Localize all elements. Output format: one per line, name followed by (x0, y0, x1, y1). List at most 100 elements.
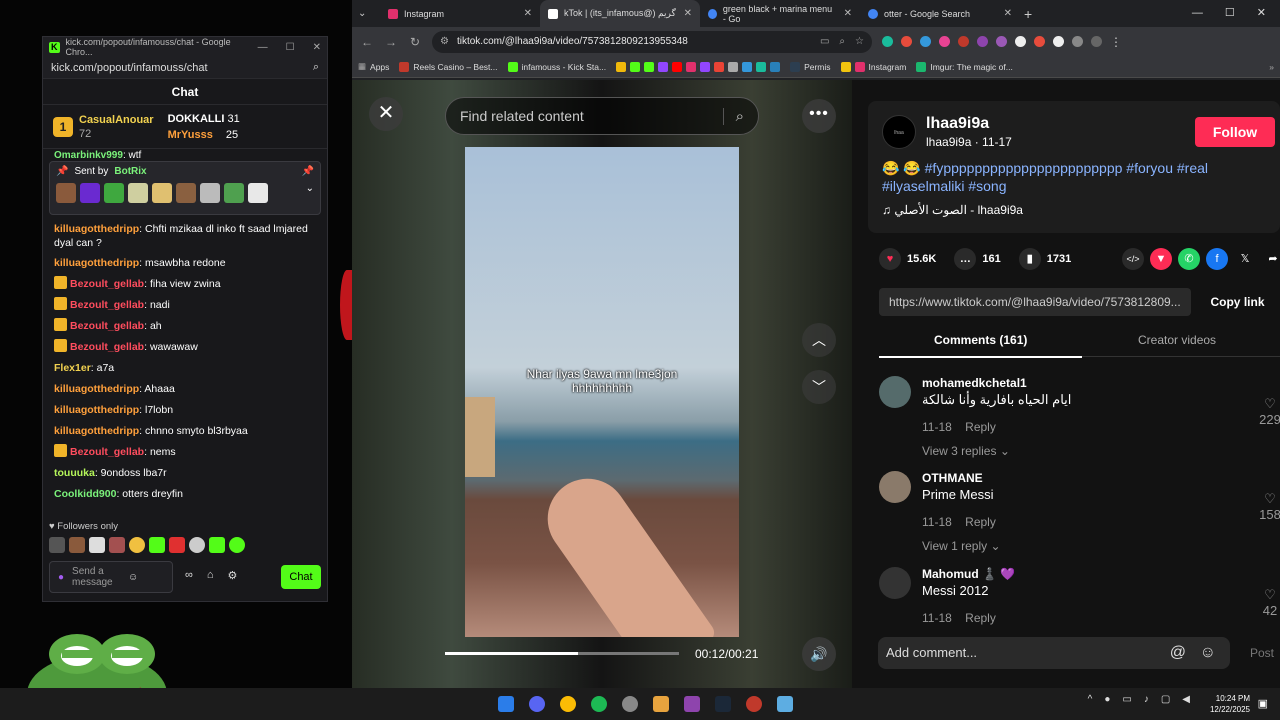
close-icon[interactable]: ✕ (684, 8, 692, 19)
tab-comments[interactable]: Comments (161) (878, 333, 1083, 358)
maximize-icon[interactable]: ☐ (1225, 0, 1235, 27)
volume-button[interactable]: 🔊 (802, 637, 836, 671)
post-comment-button[interactable]: Post (1250, 637, 1274, 669)
extension-icon[interactable] (1053, 36, 1064, 47)
video-progress-bar[interactable] (445, 652, 679, 655)
commenter-avatar[interactable] (879, 567, 911, 599)
bookmark-icon[interactable] (756, 61, 767, 72)
related-search-input[interactable]: Find related content ⌕ (445, 97, 759, 135)
tab-tiktok[interactable]: kTok | (its_infamous@) گريم ✕ (540, 0, 700, 27)
view-replies-button[interactable]: View 3 replies ⌄ (922, 444, 1010, 458)
app-icon[interactable] (653, 696, 669, 712)
chat-input[interactable]: ● Send a message ☺ (49, 561, 173, 593)
clock[interactable]: 10:24 PM 12/22/2025 (1210, 693, 1250, 715)
whatsapp-icon[interactable]: ✆ (1178, 248, 1200, 270)
add-comment-input[interactable]: Add comment... @ ☺ (878, 637, 1230, 669)
emote-icon[interactable] (49, 537, 65, 553)
commenter-name[interactable]: OTHMANE (922, 471, 983, 485)
chat-username[interactable]: Coolkidd900 (54, 488, 116, 500)
maximize-icon[interactable]: ☐ (286, 42, 295, 53)
bookmark-icon[interactable] (672, 61, 683, 72)
notification-icon[interactable]: ▣ (1258, 697, 1268, 710)
chat-username[interactable]: killuagotthedripp (54, 404, 139, 416)
like-stat[interactable]: ♥ 15.6K (879, 248, 936, 270)
emote-icon[interactable] (89, 537, 105, 553)
app-icon[interactable] (684, 696, 700, 712)
extension-icon[interactable] (901, 36, 912, 47)
video-description[interactable]: 😂 😂 #fyppppppppppppppppppppppp #foryou #… (882, 159, 1262, 195)
obs-icon[interactable] (622, 696, 638, 712)
kick-url-bar[interactable]: kick.com/popout/infamouss/chat ⌕ (43, 57, 327, 79)
send-chat-button[interactable]: Chat (281, 565, 321, 589)
emote-icon[interactable] (189, 537, 205, 553)
mic-icon[interactable]: ♪ (1144, 694, 1149, 705)
emote-icon[interactable] (109, 537, 125, 553)
mention-icon[interactable]: @ (1170, 637, 1186, 669)
reply-button[interactable]: Reply (965, 515, 996, 529)
extension-icon[interactable] (958, 36, 969, 47)
back-icon[interactable]: ← (360, 35, 374, 49)
bookmark-star-icon[interactable]: ☆ (855, 36, 864, 47)
facebook-icon[interactable]: f (1206, 248, 1228, 270)
emote-icon[interactable] (69, 537, 85, 553)
emoji-icon[interactable]: ☺ (128, 572, 138, 583)
app-icon[interactable] (746, 696, 762, 712)
pinned-message[interactable]: 📌 Sent by BotRix 📌 ⌄ (49, 161, 321, 215)
network-icon[interactable]: ▭ (1122, 694, 1131, 705)
commenter-avatar[interactable] (879, 376, 911, 408)
bookmark-permis[interactable]: Permis (790, 61, 831, 72)
app-icon[interactable] (777, 696, 793, 712)
chat-username[interactable]: Bezoult_gellab (70, 278, 144, 290)
settings-icon[interactable]: ⚙ (228, 569, 238, 582)
emoji-icon[interactable]: ☺ (1200, 637, 1216, 669)
minimize-icon[interactable]: — (258, 42, 268, 53)
chat-username[interactable]: killuagotthedripp (54, 257, 139, 269)
bookmark-kick[interactable]: infamouss - Kick Sta... (507, 61, 606, 72)
profile-avatar[interactable] (1091, 36, 1102, 47)
bookmark-icon[interactable] (630, 61, 641, 72)
tab-search-icon[interactable]: ⌄ (358, 8, 374, 19)
bookmark-icon[interactable] (686, 61, 697, 72)
search-icon[interactable]: ⌕ (722, 107, 744, 125)
chat-username[interactable]: killuagotthedripp (54, 425, 139, 437)
bookmark-icon[interactable] (714, 61, 725, 72)
close-video-button[interactable]: ✕ (369, 97, 403, 131)
extension-icon[interactable] (882, 36, 893, 47)
close-icon[interactable]: ✕ (844, 8, 852, 19)
video-player[interactable]: Nhar ilyas 9awa mn lme3jon hhhhhhhhh ✕ F… (352, 80, 852, 688)
repost-icon[interactable]: ▼ (1150, 248, 1172, 270)
chrome-icon[interactable] (560, 696, 576, 712)
x-icon[interactable]: 𝕏 (1234, 248, 1256, 270)
extension-icon[interactable] (920, 36, 931, 47)
chat-username[interactable]: Bezoult_gellab (70, 299, 144, 311)
emote-icon[interactable] (209, 537, 225, 553)
leader-name-1[interactable]: CasualAnouar (79, 114, 154, 126)
points-icon[interactable]: ∞ (185, 569, 193, 582)
view-replies-button[interactable]: View 1 reply ⌄ (922, 539, 1001, 553)
tab-google-menu[interactable]: green black + marina menu - Go ✕ (700, 0, 860, 27)
close-icon[interactable]: ✕ (524, 8, 532, 19)
comment-stat[interactable]: … 161 (954, 248, 1001, 270)
embed-icon[interactable]: </> (1122, 248, 1144, 270)
discord-icon[interactable] (529, 696, 545, 712)
bookmark-icon[interactable] (700, 61, 711, 72)
author-avatar[interactable]: lhaa (882, 115, 916, 149)
site-info-icon[interactable]: ⚙ (440, 36, 449, 47)
comment-like[interactable]: ♡ 42 (1255, 587, 1280, 618)
discord-tray-icon[interactable]: ● (1104, 694, 1110, 705)
comment-like[interactable]: ♡ 229 (1255, 396, 1280, 427)
bookmark-icon[interactable] (770, 61, 781, 72)
bookmark-apps[interactable]: ▦ Apps (358, 61, 389, 72)
chevron-down-icon[interactable]: ⌄ (306, 183, 314, 203)
puzzle-icon[interactable] (1072, 36, 1083, 47)
copy-link-button[interactable]: Copy link (1195, 288, 1280, 316)
commenter-avatar[interactable] (879, 471, 911, 503)
bookmark-imgur[interactable]: Imgur: The magic of... (916, 61, 1013, 72)
extension-icon[interactable] (996, 36, 1007, 47)
commenter-name[interactable]: mohamedkchetal1 (922, 376, 1027, 390)
spotify-icon[interactable] (591, 696, 607, 712)
author-username[interactable]: lhaa9i9a (926, 115, 989, 133)
video-link-field[interactable]: https://www.tiktok.com/@lhaa9i9a/video/7… (879, 288, 1191, 316)
bookmark-icon[interactable] (644, 61, 655, 72)
leader-name-3[interactable]: MrYusss (168, 129, 213, 141)
